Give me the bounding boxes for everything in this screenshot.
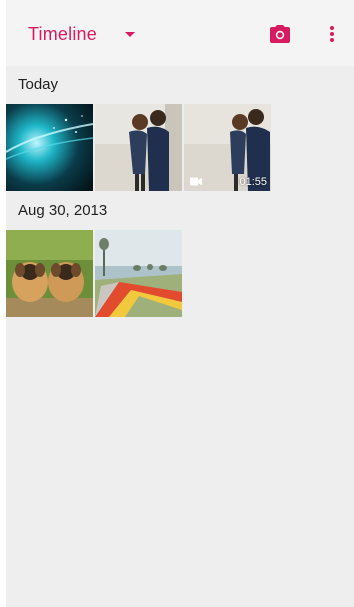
abstract-light-image	[6, 104, 93, 191]
photo-thumbnail[interactable]	[95, 104, 182, 191]
toolbar: Timeline	[6, 0, 354, 66]
couple-photo-image	[95, 104, 182, 191]
toolbar-title: Timeline	[28, 23, 97, 44]
gallery-app: Timeline Today 01:55 Aug 30, 2013	[6, 0, 354, 607]
more-vert-icon	[330, 26, 334, 42]
more-options-button[interactable]	[324, 22, 340, 46]
section-header-today: Today	[18, 76, 59, 93]
puppies-photo-image	[6, 230, 93, 317]
camera-icon	[270, 25, 290, 43]
video-duration: 01:55	[239, 176, 267, 188]
video-thumbnail[interactable]: 01:55	[184, 104, 271, 191]
arrow-drop-down-icon	[124, 31, 135, 37]
section-header-date: Aug 30, 2013	[18, 202, 108, 219]
timeline-selector[interactable]: Timeline	[28, 18, 135, 50]
photo-thumbnail[interactable]	[6, 104, 93, 191]
photo-thumbnail[interactable]	[6, 230, 93, 317]
videocam-icon	[190, 177, 202, 186]
photo-thumbnail[interactable]	[95, 230, 182, 317]
lakeside-photo-image	[95, 230, 182, 317]
camera-button[interactable]	[268, 22, 292, 46]
